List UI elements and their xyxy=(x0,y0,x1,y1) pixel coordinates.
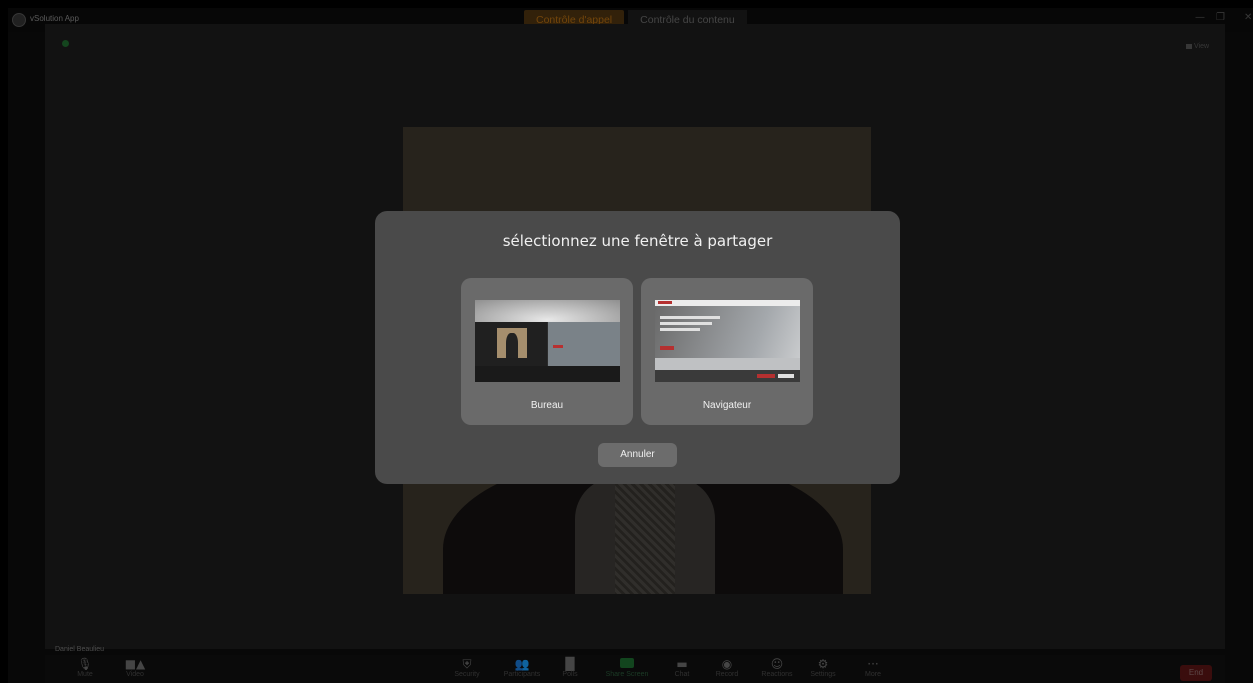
dialog-title: sélectionnez une fenêtre à partager xyxy=(502,232,773,250)
desktop-option-label: Bureau xyxy=(530,400,564,411)
share-option-browser[interactable]: Navigateur xyxy=(641,278,813,425)
desktop-thumbnail xyxy=(475,300,620,382)
cancel-button[interactable]: Annuler xyxy=(598,443,677,467)
browser-thumbnail xyxy=(655,300,800,382)
share-option-desktop[interactable]: Bureau xyxy=(461,278,633,425)
share-window-dialog: sélectionnez une fenêtre à partager Bure… xyxy=(375,211,900,484)
browser-option-label: Navigateur xyxy=(702,400,752,411)
